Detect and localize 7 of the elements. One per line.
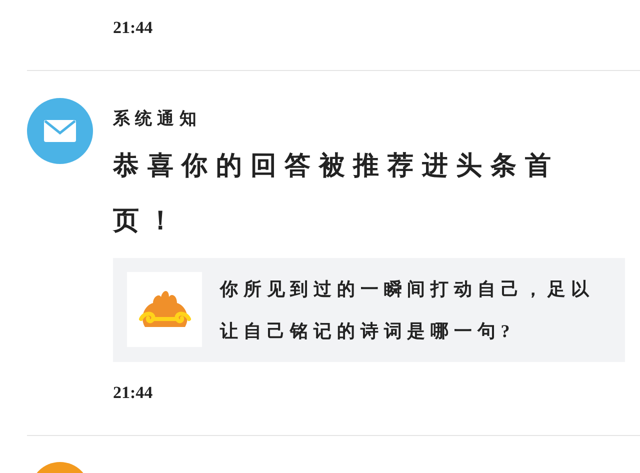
question-card[interactable]: 你所见到过的一瞬间打动自己，足以让自己铭记的诗词是哪一句? (113, 258, 625, 362)
timestamp: 21:44 (113, 18, 153, 37)
sender-name: 系统通知 (113, 108, 202, 130)
notification-title: 恭喜你的回答被推荐进头条首页！ (113, 150, 560, 236)
timestamp: 21:44 (113, 382, 153, 404)
flame-logo-icon (127, 272, 202, 347)
question-text: 你所见到过的一瞬间打动自己，足以让自己铭记的诗词是哪一句? (220, 278, 596, 342)
